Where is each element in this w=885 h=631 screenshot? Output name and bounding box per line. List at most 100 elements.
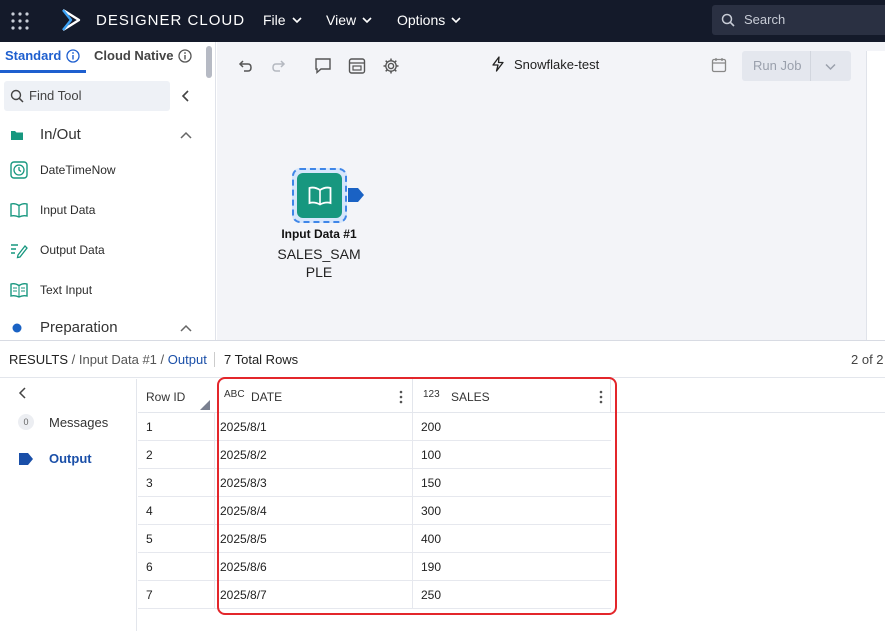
tool-palette: Standard Cloud Native Find Tool In/Out D… bbox=[0, 42, 216, 340]
menu-label: View bbox=[326, 12, 357, 28]
tool-output-data[interactable]: Output Data bbox=[10, 241, 105, 259]
category-label: In/Out bbox=[40, 126, 81, 143]
workflow-canvas[interactable]: Snowflake-test Run Job Input Data #1 SAL… bbox=[217, 42, 885, 340]
side-item-messages[interactable]: 0 Messages bbox=[18, 414, 108, 430]
find-tool-placeholder: Find Tool bbox=[29, 88, 82, 103]
row-id-cell-text: 3 bbox=[146, 476, 153, 490]
tab-label: Cloud Native bbox=[94, 48, 174, 63]
chevron-left-icon[interactable] bbox=[180, 90, 192, 102]
category-preparation[interactable]: Preparation bbox=[10, 319, 192, 336]
chevron-down-icon bbox=[362, 17, 372, 24]
book-icon bbox=[308, 186, 332, 206]
corner-sort-icon bbox=[200, 400, 210, 410]
search-input[interactable]: Search bbox=[712, 5, 885, 35]
menu-label: File bbox=[263, 12, 286, 28]
empty-header-area bbox=[611, 379, 885, 413]
row-id-header[interactable]: Row ID bbox=[138, 379, 215, 413]
side-item-label: Output bbox=[49, 451, 92, 466]
tool-input-data[interactable]: Input Data bbox=[10, 201, 95, 219]
folder-icon bbox=[11, 130, 23, 140]
tool-datetimenow[interactable]: DateTimeNow bbox=[10, 161, 116, 179]
circle-icon bbox=[12, 323, 22, 332]
row-id-cell-text: 5 bbox=[146, 532, 153, 546]
row-id-cell[interactable]: 1 bbox=[138, 413, 215, 441]
breadcrumb-node[interactable]: Input Data #1 bbox=[79, 352, 157, 367]
tab-label: Standard bbox=[5, 48, 62, 63]
row-id-cell[interactable]: 3 bbox=[138, 469, 215, 497]
row-id-cell-text: 2 bbox=[146, 448, 153, 462]
row-id-cell[interactable]: 7 bbox=[138, 581, 215, 609]
row-id-cell-text: 7 bbox=[146, 588, 153, 602]
book-icon bbox=[10, 203, 28, 218]
tool-label: Output Data bbox=[40, 243, 105, 257]
configuration-panel-edge[interactable] bbox=[866, 51, 885, 340]
node-subtitle-line: PLE bbox=[305, 264, 333, 280]
node-subtitle: SALES_SAM PLE bbox=[267, 245, 371, 281]
row-id-cell[interactable]: 6 bbox=[138, 553, 215, 581]
breadcrumb-separator: / bbox=[160, 352, 168, 367]
breadcrumb-root[interactable]: RESULTS bbox=[9, 352, 68, 367]
menu-file[interactable]: File bbox=[263, 12, 302, 28]
gear-icon[interactable] bbox=[382, 57, 400, 75]
row-id-cell-text: 4 bbox=[146, 504, 153, 518]
row-id-cell[interactable]: 5 bbox=[138, 525, 215, 553]
container-icon[interactable] bbox=[348, 57, 366, 75]
run-job-button[interactable]: Run Job bbox=[742, 51, 851, 81]
search-placeholder: Search bbox=[744, 12, 786, 27]
tab-standard[interactable]: Standard bbox=[5, 48, 80, 63]
row-id-cell-text: 6 bbox=[146, 560, 153, 574]
tab-cloud-native[interactable]: Cloud Native bbox=[94, 48, 193, 63]
app-grid-icon[interactable] bbox=[8, 9, 32, 33]
top-bar: DESIGNER CLOUD File View Options Search bbox=[0, 0, 885, 42]
chevron-up-icon bbox=[180, 131, 192, 139]
category-in-out[interactable]: In/Out bbox=[10, 126, 192, 143]
palette-scrollbar[interactable] bbox=[206, 46, 212, 78]
comment-icon[interactable] bbox=[314, 57, 332, 75]
calendar-icon[interactable] bbox=[711, 57, 727, 73]
row-id-cell[interactable]: 4 bbox=[138, 497, 215, 525]
workflow-name-text: Snowflake-test bbox=[514, 56, 600, 72]
breadcrumb-current: Output bbox=[167, 352, 207, 367]
side-item-output[interactable]: Output bbox=[18, 451, 92, 466]
tool-label: DateTimeNow bbox=[40, 163, 116, 177]
output-anchor-icon bbox=[19, 452, 33, 465]
menu-options[interactable]: Options bbox=[397, 12, 461, 28]
side-item-label: Messages bbox=[49, 414, 109, 430]
clock-icon bbox=[10, 161, 28, 179]
row-id-cell[interactable]: 2 bbox=[138, 441, 215, 469]
chevron-down-icon bbox=[451, 17, 461, 24]
messages-count-badge: 0 bbox=[18, 414, 34, 430]
find-tool-input[interactable]: Find Tool bbox=[4, 81, 170, 111]
total-rows: 7 Total Rows bbox=[214, 352, 298, 367]
pencil-lines-icon bbox=[11, 244, 28, 259]
info-icon[interactable] bbox=[66, 48, 80, 63]
tool-label: Input Data bbox=[40, 203, 96, 217]
node-body bbox=[297, 173, 342, 218]
search-icon bbox=[721, 13, 735, 27]
category-label: Preparation bbox=[40, 319, 118, 336]
info-icon[interactable] bbox=[178, 48, 193, 63]
breadcrumb: RESULTS / Input Data #1 / Output bbox=[9, 352, 207, 367]
chevron-down-icon[interactable] bbox=[825, 61, 836, 72]
input-data-node[interactable] bbox=[292, 168, 347, 223]
run-job-label: Run Job bbox=[753, 58, 802, 73]
menu-label: Options bbox=[397, 12, 446, 28]
undo-icon[interactable] bbox=[236, 57, 254, 75]
node-title: Input Data #1 bbox=[281, 227, 357, 241]
tool-text-input[interactable]: Text Input bbox=[10, 281, 92, 299]
active-tab-indicator bbox=[0, 70, 86, 73]
lightning-icon bbox=[492, 56, 504, 72]
selection-highlight bbox=[217, 377, 617, 615]
chevron-left-icon[interactable] bbox=[18, 387, 28, 399]
designer-cloud-logo-icon bbox=[62, 8, 81, 32]
results-sidebar: 0 Messages Output bbox=[0, 379, 137, 631]
output-anchor-icon[interactable] bbox=[348, 187, 365, 203]
page-indicator: 2 of 2 bbox=[851, 352, 884, 367]
column-header-label: Row ID bbox=[146, 390, 186, 404]
redo-icon[interactable] bbox=[270, 57, 288, 75]
run-job-divider bbox=[810, 51, 811, 81]
menu-view[interactable]: View bbox=[326, 12, 372, 28]
row-id-cell-text: 1 bbox=[146, 420, 153, 434]
chevron-down-icon bbox=[291, 17, 302, 24]
tool-label: Text Input bbox=[40, 283, 93, 297]
